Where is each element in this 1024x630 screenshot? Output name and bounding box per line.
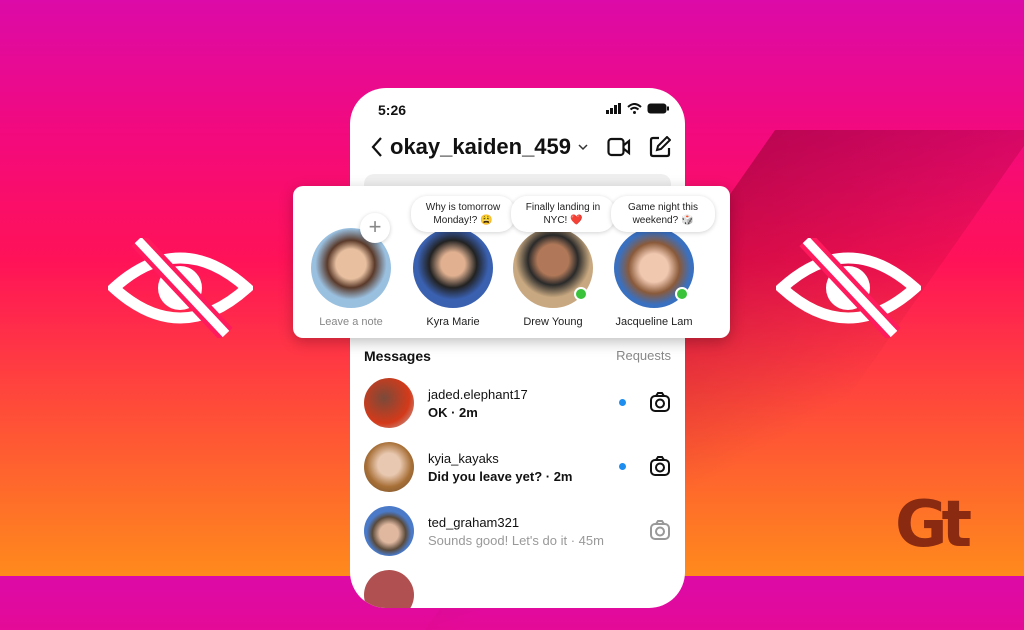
requests-link[interactable]: Requests	[616, 348, 671, 363]
note-bubble: Game night this weekend? 🎲	[611, 196, 715, 232]
message-username: kyia_kayaks	[428, 451, 499, 466]
status-time: 5:26	[378, 102, 407, 118]
message-row[interactable]: kyia_kayaks Did you leave yet? · 2m	[364, 442, 671, 494]
camera-icon[interactable]	[649, 519, 671, 541]
note-label: Drew Young	[523, 316, 583, 328]
avatar	[364, 378, 414, 428]
video-call-icon[interactable]	[607, 136, 631, 158]
back-icon[interactable]	[370, 136, 384, 158]
note-bubble: Finally landing in NYC! ❤️	[511, 196, 615, 232]
message-preview: Did you leave yet? · 2m	[428, 469, 573, 484]
notes-tray: + Leave a note Why is tomorrow Monday!? …	[293, 186, 730, 338]
chevron-down-icon[interactable]	[577, 142, 589, 152]
note-label: Jacqueline Lam	[615, 316, 693, 328]
avatar	[364, 442, 414, 492]
phone-screen: 5:26 okay_kaiden_459 Messages Requests j…	[350, 88, 685, 608]
message-username: ted_graham321	[428, 515, 520, 530]
wifi-icon	[627, 103, 642, 114]
online-indicator	[574, 287, 588, 301]
new-message-icon[interactable]	[649, 136, 671, 158]
eye-slash-icon	[108, 238, 253, 338]
camera-icon[interactable]	[649, 391, 671, 413]
message-row[interactable]: ted_graham321 Sounds good! Let's do it ·…	[364, 506, 671, 558]
signal-icon	[606, 103, 621, 114]
unread-dot	[619, 463, 626, 470]
message-preview: OK · 2m	[428, 405, 478, 420]
eye-slash-icon	[776, 238, 921, 338]
battery-icon	[647, 103, 669, 114]
messages-heading: Messages	[364, 348, 431, 364]
camera-icon[interactable]	[649, 455, 671, 477]
status-icons	[606, 103, 669, 114]
online-indicator	[675, 287, 689, 301]
avatar	[413, 228, 493, 308]
account-username[interactable]: okay_kaiden_459	[390, 134, 571, 160]
note-label: Leave a note	[319, 316, 383, 328]
message-preview: Sounds good! Let's do it · 45m	[428, 533, 604, 548]
avatar	[364, 506, 414, 556]
unread-dot	[619, 399, 626, 406]
message-row[interactable]: jaded.elephant17 OK · 2m	[364, 378, 671, 430]
note-label: Kyra Marie	[426, 316, 480, 328]
note-bubble: Why is tomorrow Monday!? 😩	[411, 196, 515, 232]
message-username: jaded.elephant17	[428, 387, 528, 402]
brand-logo: Gt	[895, 488, 972, 562]
add-note-icon[interactable]: +	[360, 213, 390, 243]
